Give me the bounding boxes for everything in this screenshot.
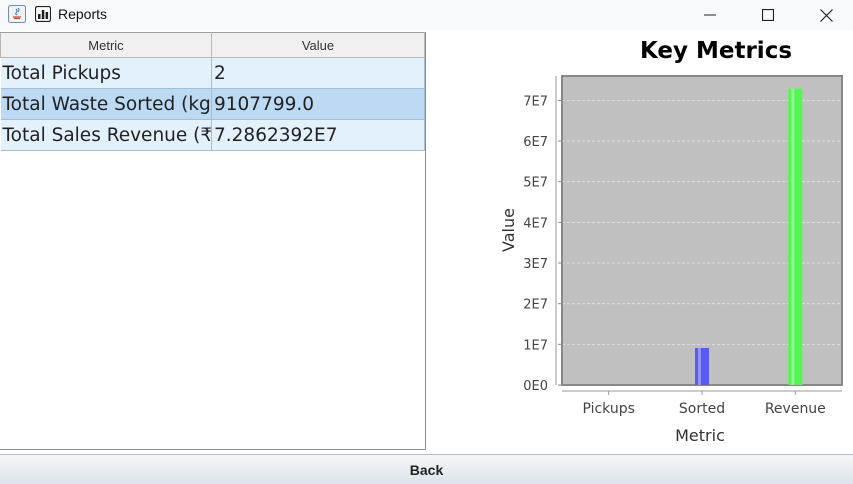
x-tick-label: Sorted — [679, 401, 725, 417]
title-bar: Reports — [0, 0, 853, 30]
table-header-row: Metric Value — [0, 32, 425, 58]
bar-highlight — [698, 347, 701, 385]
minimize-icon — [704, 14, 716, 16]
table-cell-metric[interactable]: Total Pickups — [0, 57, 212, 89]
close-icon — [819, 8, 833, 22]
y-tick-label: 0E0 — [523, 379, 548, 394]
y-axis-label: Value — [499, 208, 518, 252]
x-axis-label: Metric — [675, 426, 725, 445]
table-row[interactable]: Total Pickups 2 — [0, 57, 425, 89]
y-tick-label: 2E7 — [523, 298, 548, 313]
maximize-icon — [762, 9, 774, 21]
column-header-value[interactable]: Value — [211, 32, 425, 58]
metrics-table-panel: Metric Value Total Pickups 2 Total Waste… — [0, 32, 426, 450]
column-header-metric[interactable]: Metric — [0, 32, 212, 58]
y-tick-label: 1E7 — [523, 338, 548, 353]
maximize-button[interactable] — [739, 0, 797, 30]
table-cell-metric[interactable]: Total Sales Revenue (₹) — [0, 119, 212, 151]
table-cell-value[interactable]: 2 — [211, 57, 425, 89]
minimize-button[interactable] — [681, 0, 739, 30]
y-tick-label: 3E7 — [523, 257, 548, 272]
back-button[interactable]: Back — [0, 454, 853, 484]
java-app-icon — [8, 5, 26, 23]
bar-sorted[interactable] — [695, 347, 709, 385]
bar-revenue[interactable] — [788, 88, 803, 386]
key-metrics-chart-panel: Key Metrics 0E0 1E7 2E7 3E7 4E7 5E7 6E7 7E7 Pick… — [430, 30, 853, 450]
y-tick-label: 7E7 — [523, 94, 548, 109]
window-title: Reports — [58, 6, 108, 22]
chart-icon — [35, 6, 51, 22]
key-metrics-chart: Key Metrics 0E0 1E7 2E7 3E7 4E7 5E7 6E7 7E7 Pick… — [499, 38, 843, 445]
table-row[interactable]: Total Waste Sorted (kg) 9107799.0 — [0, 88, 425, 120]
y-tick-label: 5E7 — [523, 176, 548, 191]
x-tick-label: Pickups — [582, 401, 634, 417]
metrics-table: Metric Value Total Pickups 2 Total Waste… — [0, 32, 425, 151]
back-button-label: Back — [409, 461, 444, 478]
y-tick-label: 4E7 — [523, 216, 548, 231]
table-cell-metric[interactable]: Total Waste Sorted (kg) — [0, 88, 212, 120]
close-button[interactable] — [797, 0, 853, 30]
table-cell-value[interactable]: 7.2862392E7 — [211, 119, 425, 151]
y-tick-label: 6E7 — [523, 135, 548, 150]
table-cell-value[interactable]: 9107799.0 — [211, 88, 425, 120]
x-tick-label: Revenue — [765, 401, 826, 417]
chart-title: Key Metrics — [640, 38, 792, 64]
bar-highlight — [791, 88, 795, 386]
table-row[interactable]: Total Sales Revenue (₹) 7.2862392E7 — [0, 119, 425, 151]
